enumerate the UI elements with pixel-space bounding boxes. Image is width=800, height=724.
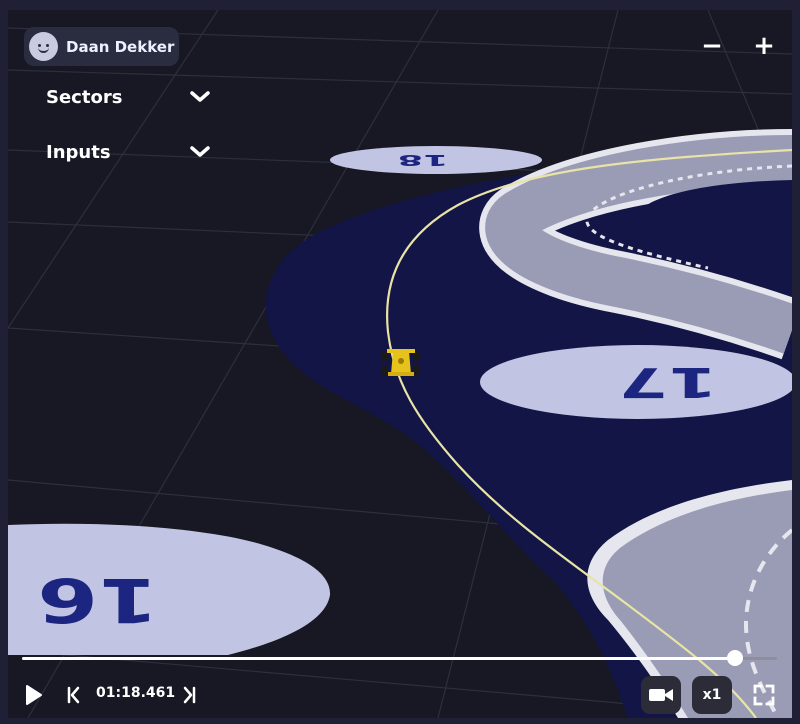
corner-marker-16: 16 xyxy=(8,523,331,655)
corner-label-16: 16 xyxy=(37,564,159,635)
user-name: Daan Dekker xyxy=(66,37,175,56)
camera-button[interactable] xyxy=(641,676,681,714)
skip-next-icon[interactable] xyxy=(181,686,197,704)
inputs-label: Inputs xyxy=(46,141,111,163)
sectors-label: Sectors xyxy=(46,86,123,108)
progress-fill xyxy=(22,657,736,660)
speed-label: x1 xyxy=(702,687,722,703)
corner-label-17: 17 xyxy=(618,358,717,406)
fullscreen-icon[interactable] xyxy=(753,684,775,706)
chevron-down-icon xyxy=(190,146,210,157)
corner-label-18: 18 xyxy=(398,151,449,169)
progress-track[interactable] xyxy=(22,650,777,666)
skip-previous-icon[interactable] xyxy=(66,686,82,704)
sectors-toggle[interactable]: Sectors xyxy=(46,82,211,112)
inputs-toggle[interactable]: Inputs xyxy=(46,137,211,167)
smiley-avatar-icon xyxy=(29,32,58,61)
chevron-down-icon xyxy=(190,91,210,102)
track-scene[interactable]: 18 17 16 xyxy=(8,10,792,718)
video-camera-icon xyxy=(649,689,673,701)
playback-time: 01:18.461 xyxy=(96,685,176,701)
play-icon[interactable] xyxy=(24,684,44,706)
user-chip[interactable]: Daan Dekker xyxy=(24,27,179,66)
track-viewport[interactable]: 18 17 16 Daan Dekker − + Sectors Inputs xyxy=(8,10,792,718)
zoom-out-button[interactable]: − xyxy=(698,32,726,60)
speed-button[interactable]: x1 xyxy=(692,676,732,714)
corner-marker-17: 17 xyxy=(480,345,792,419)
zoom-in-button[interactable]: + xyxy=(750,32,778,60)
corner-marker-18: 18 xyxy=(330,146,542,174)
